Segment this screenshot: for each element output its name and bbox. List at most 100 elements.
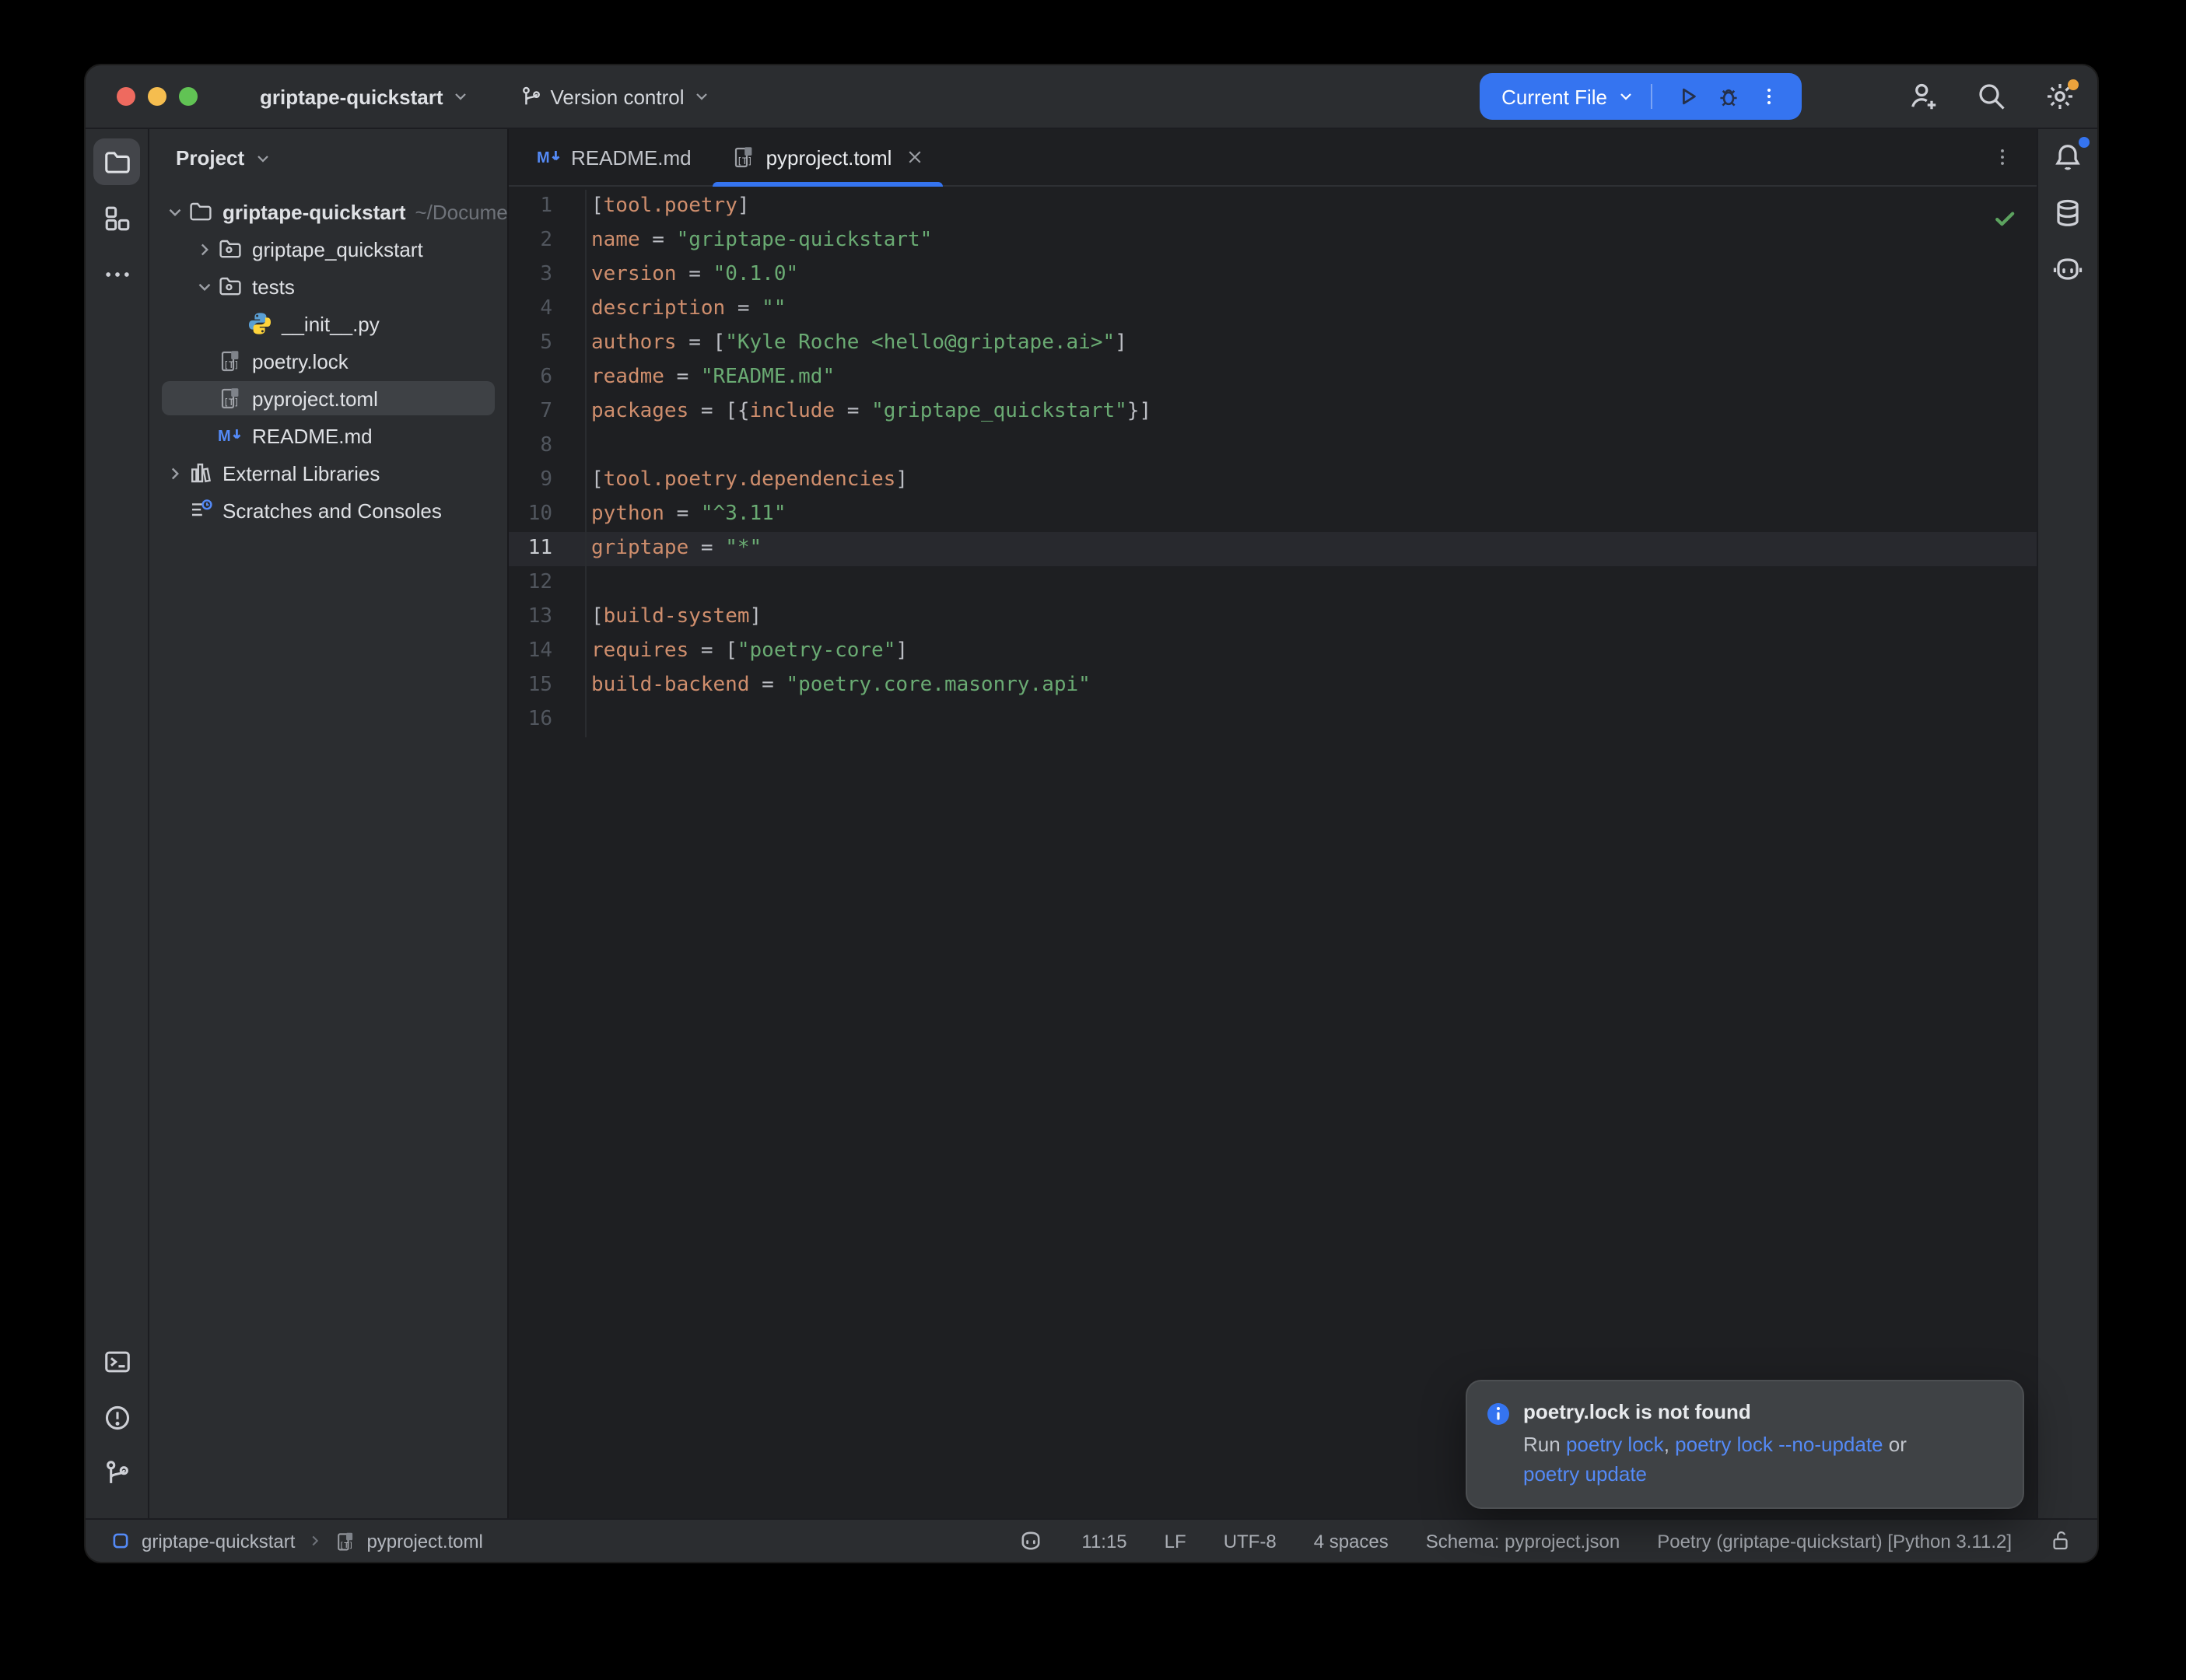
toml-icon: [T]	[218, 386, 243, 411]
ai-assistant-icon[interactable]	[2044, 246, 2091, 292]
tree-item-pyproject-toml[interactable]: [T]pyproject.toml	[149, 380, 507, 417]
code-line-10[interactable]: 10python = "^3.11"	[509, 498, 2037, 532]
status-schema[interactable]: Schema: pyproject.json	[1426, 1530, 1620, 1552]
divider	[1651, 84, 1652, 109]
toml-icon: [T]	[218, 348, 243, 373]
notification-badge	[2079, 137, 2090, 148]
code-line-8[interactable]: 8	[509, 429, 2037, 464]
status-interpreter[interactable]: Poetry (griptape-quickstart) [Python 3.1…	[1657, 1530, 2012, 1552]
tree-item-tests[interactable]: tests	[149, 268, 507, 305]
code-line-text: readme = "README.md"	[587, 361, 835, 395]
python-icon	[247, 311, 272, 336]
code-line-7[interactable]: 7packages = [{include = "griptape_quicks…	[509, 395, 2037, 429]
line-number: 14	[509, 635, 587, 669]
tree-item--init-py[interactable]: __init__.py	[149, 305, 507, 342]
chevron-down-icon	[692, 87, 711, 106]
code-line-15[interactable]: 15build-backend = "poetry.core.masonry.a…	[509, 669, 2037, 703]
status-line-ending[interactable]: LF	[1165, 1530, 1186, 1552]
close-icon[interactable]	[906, 148, 924, 166]
debug-bug-icon[interactable]	[1708, 76, 1749, 117]
settings-gear-icon[interactable]	[2041, 78, 2079, 115]
status-indent[interactable]: 4 spaces	[1314, 1530, 1389, 1552]
notification-link[interactable]: poetry lock --no-update	[1675, 1433, 1883, 1456]
project-selector[interactable]: griptape-quickstart	[250, 79, 479, 114]
chevron-down-icon	[254, 149, 272, 167]
terminal-icon[interactable]	[93, 1338, 140, 1384]
notifications-bell-icon[interactable]	[2044, 134, 2091, 180]
notification-link[interactable]: poetry update	[1523, 1462, 1647, 1486]
code-line-13[interactable]: 13[build-system]	[509, 600, 2037, 635]
code-line-1[interactable]: 1[tool.poetry]	[509, 190, 2037, 224]
vcs-branch-icon[interactable]	[93, 1450, 140, 1496]
notification-text: Run	[1523, 1433, 1566, 1456]
more-dots-icon[interactable]	[93, 250, 140, 297]
tab-readme[interactable]: M README.md	[517, 129, 712, 185]
settings-update-badge	[2068, 79, 2079, 90]
close-window-button[interactable]	[117, 87, 135, 106]
chevron-right-icon[interactable]	[191, 239, 218, 259]
code-line-3[interactable]: 3version = "0.1.0"	[509, 258, 2037, 292]
svg-text:[T]: [T]	[737, 156, 753, 166]
kebab-menu-icon[interactable]	[1992, 129, 2037, 185]
kebab-menu-icon[interactable]	[1749, 76, 1789, 117]
vcs-widget[interactable]: Version control	[510, 79, 720, 114]
code-line-14[interactable]: 14requires = ["poetry-core"]	[509, 635, 2037, 669]
breadcrumb-project[interactable]: griptape-quickstart	[142, 1530, 295, 1552]
tab-pyproject[interactable]: [T] pyproject.toml	[712, 129, 945, 185]
code-line-12[interactable]: 12	[509, 566, 2037, 600]
database-icon[interactable]	[2044, 190, 2091, 236]
tree-item-label: poetry.lock	[252, 349, 349, 373]
project-panel-header[interactable]: Project	[149, 129, 507, 187]
notification-text: or	[1883, 1433, 1907, 1456]
code-line-text: requires = ["poetry-core"]	[587, 635, 908, 669]
line-number: 12	[509, 566, 587, 600]
breadcrumb-file[interactable]: pyproject.toml	[366, 1530, 482, 1552]
tree-item-readme-md[interactable]: MREADME.md	[149, 417, 507, 454]
play-icon[interactable]	[1668, 76, 1708, 117]
code-line-11[interactable]: 11griptape = "*"	[509, 532, 2037, 566]
tree-item-scratches-and-consoles[interactable]: Scratches and Consoles	[149, 492, 507, 529]
chevron-down-icon[interactable]	[162, 201, 188, 222]
line-number: 8	[509, 429, 587, 464]
code-line-text: [tool.poetry.dependencies]	[587, 464, 908, 498]
notification-link[interactable]: poetry lock	[1566, 1433, 1664, 1456]
tree-item-poetry-lock[interactable]: [T] poetry.lock	[149, 342, 507, 380]
code-line-text: build-backend = "poetry.core.masonry.api…	[587, 669, 1091, 703]
window-controls	[117, 87, 198, 106]
problems-icon[interactable]	[93, 1394, 140, 1440]
code-line-4[interactable]: 4description = ""	[509, 292, 2037, 327]
project-tool-button[interactable]	[93, 138, 140, 185]
chevron-down-icon[interactable]	[191, 276, 218, 296]
chevron-right-icon[interactable]	[162, 463, 188, 483]
status-encoding[interactable]: UTF-8	[1224, 1530, 1277, 1552]
copilot-robot-icon[interactable]	[1018, 1528, 1044, 1554]
code-line-text: version = "0.1.0"	[587, 258, 798, 292]
tree-item-label: Scratches and Consoles	[222, 499, 442, 522]
title-bar: griptape-quickstart Version control	[86, 65, 2097, 129]
folder-src-icon	[218, 236, 243, 261]
code-line-6[interactable]: 6readme = "README.md"	[509, 361, 2037, 395]
run-config-label[interactable]: Current File	[1501, 85, 1607, 108]
tree-item-griptape-quickstart[interactable]: griptape_quickstart	[149, 230, 507, 268]
code-line-9[interactable]: 9[tool.poetry.dependencies]	[509, 464, 2037, 498]
markdown-icon: M	[537, 145, 562, 170]
tree-item-external-libraries[interactable]: External Libraries	[149, 454, 507, 492]
code-line-5[interactable]: 5authors = ["Kyle Roche <hello@griptape.…	[509, 327, 2037, 361]
add-user-icon[interactable]	[1904, 78, 1942, 115]
chevron-down-icon[interactable]	[1617, 87, 1635, 106]
line-number: 16	[509, 703, 587, 737]
code-line-text: griptape = "*"	[587, 532, 762, 566]
maximize-window-button[interactable]	[179, 87, 198, 106]
inspection-check-icon[interactable]	[1993, 207, 2016, 230]
status-line-col[interactable]: 11:15	[1081, 1530, 1126, 1552]
notification-balloon[interactable]: poetry.lock is not found Run poetry lock…	[1466, 1380, 2024, 1509]
code-editor[interactable]: 1[tool.poetry]2name = "griptape-quicksta…	[509, 187, 2037, 1518]
structure-icon[interactable]	[93, 194, 140, 241]
project-name: griptape-quickstart	[260, 85, 443, 108]
tree-item-griptape-quickstart[interactable]: griptape-quickstart~/Docume	[149, 193, 507, 230]
unlocked-padlock-icon[interactable]	[2049, 1529, 2072, 1552]
code-line-2[interactable]: 2name = "griptape-quickstart"	[509, 224, 2037, 258]
code-line-16[interactable]: 16	[509, 703, 2037, 737]
search-icon[interactable]	[1973, 78, 2010, 115]
minimize-window-button[interactable]	[148, 87, 166, 106]
